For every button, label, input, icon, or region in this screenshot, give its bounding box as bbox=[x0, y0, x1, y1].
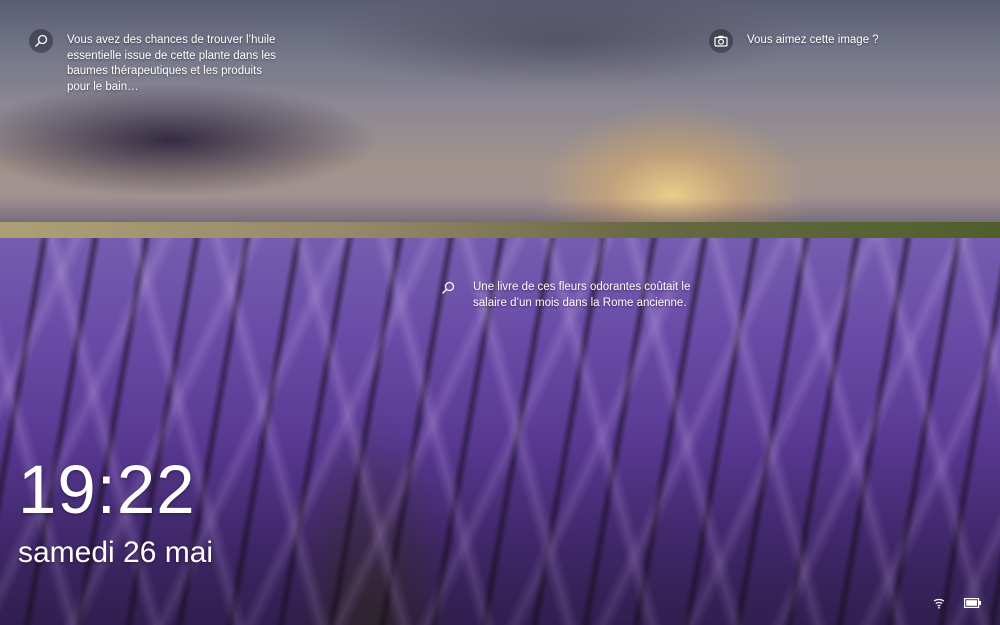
battery-icon[interactable] bbox=[964, 598, 982, 608]
camera-icon bbox=[709, 29, 733, 53]
search-icon bbox=[437, 276, 459, 300]
like-image-prompt[interactable]: Vous aimez cette image ? bbox=[709, 29, 927, 53]
hotspot-text: Vous avez des chances de trouver l’huile… bbox=[67, 34, 277, 93]
clock-date: samedi 26 mai bbox=[18, 536, 214, 569]
hotspot-spotlight-fact[interactable]: Vous avez des chances de trouver l’huile… bbox=[29, 29, 287, 95]
hotspot-text: Une livre de ces fleurs odorantes coûtai… bbox=[473, 281, 691, 309]
search-icon bbox=[29, 29, 53, 53]
network-icon[interactable] bbox=[932, 597, 946, 609]
hotspot-text: Vous aimez cette image ? bbox=[747, 34, 879, 46]
hotspot-lavender-fact[interactable]: Une livre de ces fleurs odorantes coûtai… bbox=[437, 276, 698, 311]
status-tray bbox=[932, 597, 982, 609]
clock-time: 19:22 bbox=[18, 451, 196, 528]
